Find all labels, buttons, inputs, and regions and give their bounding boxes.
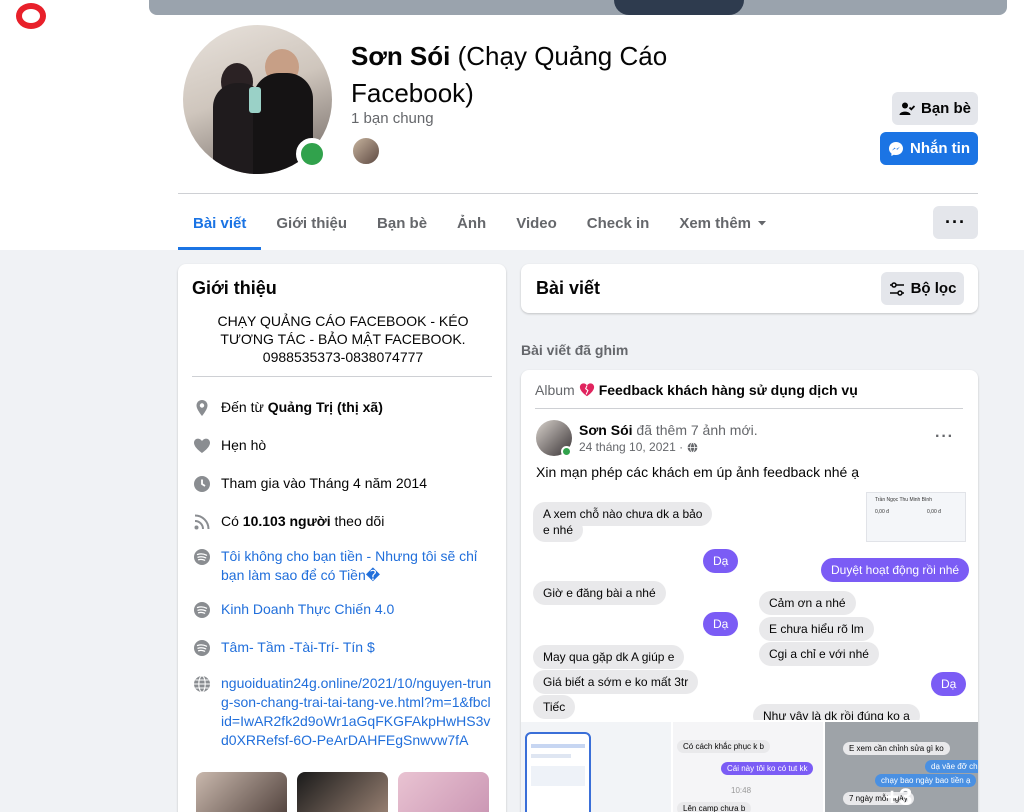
online-status-dot (561, 446, 572, 457)
intro-link-2[interactable]: Kinh Doanh Thực Chiến 4.0 (221, 600, 394, 619)
intro-link-3[interactable]: Tâm- Tầm -Tài-Trí- Tín $ (221, 638, 375, 657)
tab-photos[interactable]: Ảnh (442, 200, 501, 246)
clock-icon (192, 474, 211, 493)
hometown-link[interactable]: Quảng Trị (thị xã) (268, 399, 383, 415)
info-link-1: Tôi không cho bạn tiền - Nhưng tôi sẽ ch… (192, 547, 492, 585)
screenshot-thumbnail: Trần Ngọc Thu Minh Bình 0,00 đ 0,00 đ (866, 492, 966, 542)
chat-bubble: Giờ e đăng bài a nhé (533, 581, 666, 605)
website-link[interactable]: nguoiduatin24g.online/2021/10/nguyen-tru… (221, 674, 492, 750)
more-options-button[interactable]: ··· (933, 206, 978, 239)
ellipsis-icon: ··· (945, 212, 966, 232)
featured-photo[interactable] (196, 772, 287, 812)
info-hometown: Đến từ Quảng Trị (thị xã) (192, 398, 492, 417)
feedback-photo-thumbnail-more[interactable]: E xem cần chỉnh sửa gì ko dạ vâe đỡ chưa… (825, 722, 978, 812)
chat-bubble: Tiếc (533, 695, 576, 719)
chat-bubble: Dạ (703, 612, 739, 636)
chat-bubble: Giá biết a sớm e ko mất 3tr (533, 670, 699, 694)
spotify-icon (192, 600, 211, 619)
filter-sliders-icon (889, 281, 904, 296)
post-author-line: Sơn Sói đã thêm 7 ảnh mới. (579, 422, 758, 438)
tab-about[interactable]: Giới thiệu (261, 200, 362, 246)
feedback-photo-thumbnails: Có cách khắc phục k b Cái này tôi ko có … (521, 722, 978, 812)
message-button-label: Nhắn tin (910, 140, 970, 157)
mutual-friend-avatar[interactable] (351, 136, 381, 166)
info-link-3: Tâm- Tầm -Tài-Trí- Tín $ (192, 638, 492, 657)
pinned-post: Album Feedback khách hàng sử dụng dịch v… (521, 370, 978, 812)
posts-title: Bài viết (536, 278, 601, 298)
feedback-photo-thumbnail[interactable]: Có cách khắc phục k b Cái này tôi ko có … (673, 722, 823, 812)
globe-icon (687, 441, 698, 453)
album-divider (535, 408, 963, 409)
chat-bubble: Dạ (703, 549, 739, 573)
post-author-link[interactable]: Sơn Sói (579, 422, 633, 438)
online-status-dot (296, 138, 328, 170)
tab-friends[interactable]: Bạn bè (362, 200, 442, 246)
chat-bubble: Cgi a chỉ e với nhé (759, 642, 879, 666)
posts-header-card: Bài viết Bộ lọc (521, 264, 978, 313)
chat-bubble: May qua gặp dk A giúp e (533, 645, 685, 669)
location-pin-icon (192, 398, 211, 417)
chat-bubble: Cảm ơn a nhé (759, 591, 856, 615)
intro-link-1[interactable]: Tôi không cho bạn tiền - Nhưng tôi sẽ ch… (221, 547, 492, 585)
broken-heart-icon (579, 383, 594, 397)
profile-header: Sơn Sói (Chạy Quảng Cáo Facebook) 1 bạn … (0, 0, 1024, 250)
pinned-posts-label: Bài viết đã ghim (521, 342, 629, 358)
chat-bubble: e nhé (533, 518, 584, 542)
filter-button[interactable]: Bộ lọc (881, 272, 964, 305)
heart-icon (192, 436, 211, 455)
post-date: 24 tháng 10, 2021 · (579, 440, 698, 454)
tab-videos[interactable]: Video (501, 200, 572, 246)
info-website: nguoiduatin24g.online/2021/10/nguyen-tru… (192, 674, 492, 750)
intro-bio: CHẠY QUẢNG CÁO FACEBOOK - KÉO TƯƠNG TÁC … (217, 313, 469, 365)
spotify-icon (192, 638, 211, 657)
info-joined: Tham gia vào Tháng 4 năm 2014 (192, 474, 492, 493)
featured-photo[interactable] (398, 772, 489, 812)
feedback-photo-main[interactable]: Trần Ngọc Thu Minh Bình 0,00 đ 0,00 đ A … (521, 492, 978, 720)
featured-photo[interactable] (297, 772, 388, 812)
spotify-icon (192, 547, 211, 566)
post-timestamp-link[interactable]: 24 tháng 10, 2021 · (579, 440, 683, 454)
filter-button-label: Bộ lọc (910, 280, 957, 297)
friends-button[interactable]: Bạn bè (892, 92, 978, 125)
header-divider (178, 193, 978, 194)
chat-bubble: E chưa hiểu rõ lm (759, 617, 874, 641)
message-button[interactable]: Nhắn tin (880, 132, 978, 165)
friend-check-icon (899, 102, 915, 115)
tab-more[interactable]: Xem thêm (664, 200, 782, 246)
followers-count-link[interactable]: 10.103 người (243, 513, 331, 529)
featured-photos (196, 772, 489, 812)
tab-posts[interactable]: Bài viết (178, 200, 262, 250)
globe-icon (192, 674, 211, 693)
post-text: Xin mạn phép các khách em úp ảnh feedbac… (536, 464, 859, 480)
info-link-2: Kinh Doanh Thực Chiến 4.0 (192, 600, 492, 619)
album-link[interactable]: Feedback khách hàng sử dụng dịch vụ (599, 382, 858, 398)
chat-bubble: Dạ (931, 672, 967, 696)
cover-photo[interactable] (149, 0, 1007, 15)
friends-button-label: Bạn bè (920, 100, 971, 117)
caret-down-icon (758, 221, 767, 226)
profile-name: Sơn Sói (Chạy Quảng Cáo Facebook) (351, 41, 668, 108)
messenger-icon (889, 141, 903, 156)
more-photos-count: +3 (885, 784, 913, 811)
tab-checkins[interactable]: Check in (572, 200, 665, 246)
rss-icon (192, 512, 211, 531)
intro-divider (192, 376, 492, 377)
intro-title: Giới thiệu (192, 278, 277, 298)
recording-indicator-icon (16, 3, 46, 29)
intro-card: Giới thiệu CHẠY QUẢNG CÁO FACEBOOK - KÉO… (178, 264, 506, 812)
album-row: Album Feedback khách hàng sử dụng dịch v… (535, 382, 858, 398)
chat-bubble: Duyệt hoạt động rồi nhé (821, 558, 970, 582)
profile-tabs: Bài viết Giới thiệu Bạn bè Ảnh Video Che… (178, 200, 782, 250)
info-followers: Có 10.103 người theo dõi (192, 512, 492, 531)
ellipsis-icon: ··· (935, 428, 954, 445)
chat-bubble: Như vậy là dk rồi đúng ko a (753, 704, 920, 720)
feedback-photo-thumbnail[interactable] (521, 722, 671, 812)
post-options-button[interactable]: ··· (935, 428, 954, 446)
mutual-friends[interactable]: 1 bạn chung (351, 110, 434, 127)
info-dating: Hẹn hò (192, 436, 492, 455)
